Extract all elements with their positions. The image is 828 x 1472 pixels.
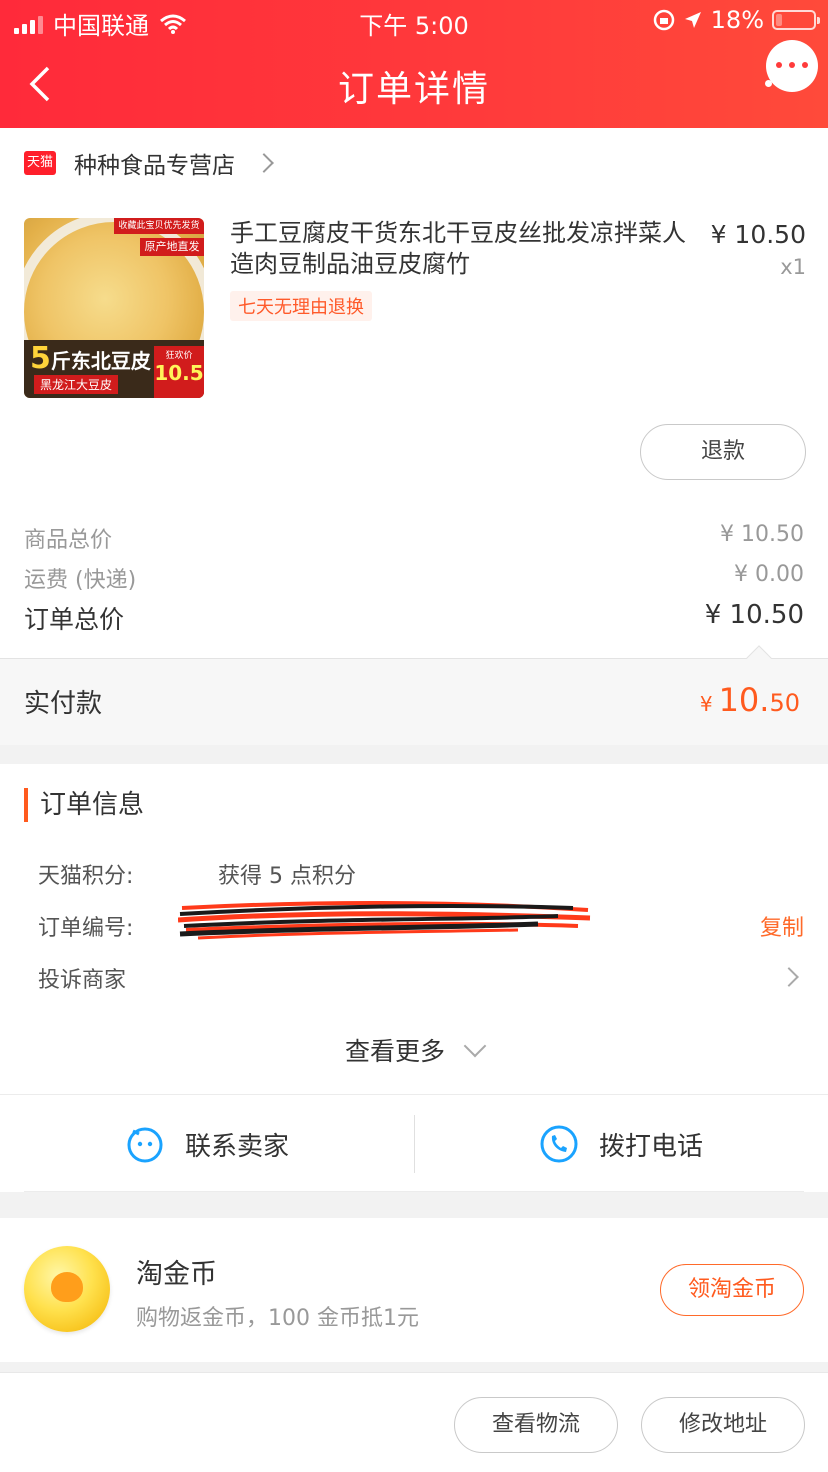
more-menu-dots[interactable] [765,80,802,87]
paid-label: 实付款 [24,689,103,719]
call-button[interactable]: 拨打电话 [414,1095,828,1193]
contact-seller-label: 联系卖家 [184,1131,289,1162]
coin-title: 淘金币 [136,1259,217,1290]
app-header: 中国联通 下午 5:00 18% 订单详情 [0,0,828,128]
contact-seller-button[interactable]: 联系卖家 [0,1095,414,1193]
battery-percent: 18% [710,6,764,34]
store-row[interactable]: 天猫 种种食品专营店 [24,146,274,180]
goods-total-value: ¥ 10.50 [720,522,804,547]
chevron-down-icon [463,1034,487,1058]
claim-coin-button[interactable]: 领淘金币 [660,1264,804,1316]
goods-total-row: 商品总价 ¥ 10.50 [24,522,804,554]
order-total-label: 订单总价 [24,605,125,634]
rotation-lock-icon [653,9,674,31]
phone-icon [540,1125,578,1163]
points-label: 天猫积分: [38,864,134,889]
points-row: 天猫积分: 获得 5 点积分 [38,858,808,892]
chevron-right-icon [254,153,274,173]
order-product-card: 天猫 种种食品专营店 收藏此宝贝优先发货 原产地直发 5斤东北豆皮 黑龙江大豆皮… [0,128,828,745]
product-price: ¥ 10.50 [710,220,806,249]
see-more-button[interactable]: 查看更多 [0,1032,828,1068]
product-image-price: 狂欢价 10.5 [154,346,204,398]
order-number-row: 订单编号: 复制 [38,901,808,944]
product-title[interactable]: 手工豆腐皮干货东北干豆皮丝批发凉拌菜人造肉豆制品油豆皮腐竹 [230,218,690,280]
chat-face-icon [127,1127,163,1163]
call-label: 拨打电话 [598,1131,703,1162]
chevron-right-icon [779,967,799,987]
edit-address-button[interactable]: 修改地址 [641,1397,805,1453]
view-logistics-button[interactable]: 查看物流 [454,1397,618,1453]
paid-amount: ¥10.50 [699,681,800,719]
gold-coin-card: 淘金币 购物返金币，100 金币抵1元 领淘金币 [0,1218,828,1362]
order-number-label: 订单编号: [38,916,134,941]
order-total-row: 订单总价 ¥ 10.50 [24,600,804,636]
nav-bar: 订单详情 [0,40,828,128]
shipping-label: 运费 (快递) [24,568,137,593]
points-value: 获得 5 点积分 [218,864,356,889]
product-image-tag: 原产地直发 [140,238,204,256]
status-bar: 中国联通 下午 5:00 18% [0,0,828,40]
store-name[interactable]: 种种食品专营店 [74,146,235,180]
refund-button[interactable]: 退款 [640,424,806,480]
complain-label[interactable]: 投诉商家 [38,962,126,994]
page-title: 订单详情 [337,69,490,110]
product-image-headline: 5斤东北豆皮 [30,341,151,376]
copy-button[interactable]: 复制 [760,910,804,942]
tmall-logo: 天猫 [24,151,56,175]
order-info-card: 订单信息 天猫积分: 获得 5 点积分 订单编号: 复制 投诉商家 查看更多 联… [0,764,828,1192]
product-image-tag: 收藏此宝贝优先发货 [114,218,204,234]
gold-coin-icon [24,1246,110,1332]
bottom-action-bar: 查看物流 修改地址 [0,1372,828,1472]
order-total-value: ¥ 10.50 [704,600,804,630]
goods-total-label: 商品总价 [24,528,113,553]
redaction-scribble [178,901,591,940]
section-title: 订单信息 [24,788,144,822]
product-image[interactable]: 收藏此宝贝优先发货 原产地直发 5斤东北豆皮 黑龙江大豆皮 狂欢价 10.5 [24,218,204,398]
product-quantity: x1 [780,255,806,279]
contact-bar: 联系卖家 拨打电话 [0,1094,828,1192]
return-policy-badge: 七天无理由退换 [230,291,372,321]
battery-icon [772,10,820,30]
product-image-subtitle: 黑龙江大豆皮 [34,375,119,394]
shipping-value: ¥ 0.00 [734,562,804,587]
complain-row[interactable]: 投诉商家 [38,962,808,996]
shipping-row: 运费 (快递) ¥ 0.00 [24,562,804,594]
location-icon [684,12,701,28]
coin-subtitle: 购物返金币，100 金币抵1元 [136,1306,419,1331]
paid-amount-box: 实付款 ¥10.50 [0,645,828,745]
